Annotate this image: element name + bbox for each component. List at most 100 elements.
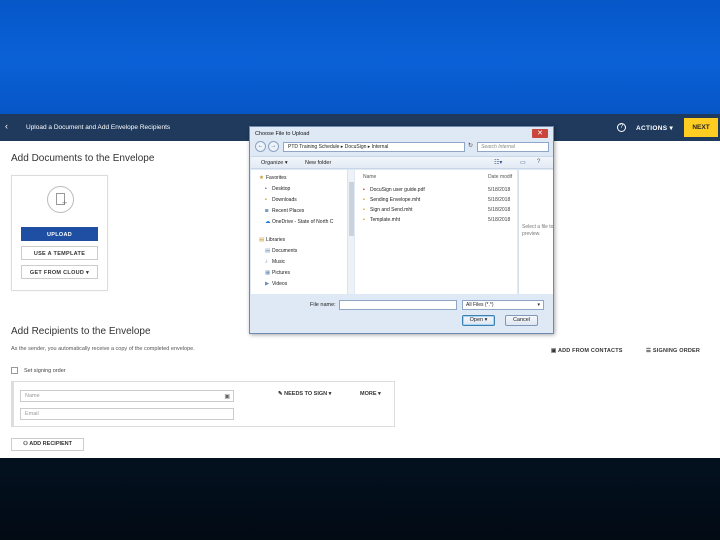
organize-menu[interactable]: Organize ▾	[261, 160, 288, 166]
set-signing-order[interactable]: Set signing order	[11, 367, 66, 374]
pdf-icon: ▪	[363, 187, 365, 193]
nav-item-label: Downloads	[272, 197, 297, 203]
nav-item-label: OneDrive - State of North C	[272, 219, 334, 225]
get-from-cloud-label: GET FROM CLOUD	[29, 270, 85, 276]
file-row[interactable]: ▪ Template.mht	[363, 217, 400, 223]
caret-down-icon: ▾	[328, 391, 332, 397]
search-input[interactable]: Search Internal	[477, 142, 549, 152]
refresh-icon[interactable]: ↻	[468, 142, 473, 149]
back-arrow-icon[interactable]: ←	[255, 141, 266, 152]
breadcrumb: Upload a Document and Add Envelope Recip…	[26, 124, 171, 131]
email-input[interactable]: Email	[20, 408, 234, 420]
file-type-value: All Files (*.*)	[466, 302, 494, 308]
pen-icon: ✎	[278, 391, 283, 397]
music-icon: ♪	[265, 259, 268, 265]
preview-text: Select a file to preview.	[522, 224, 554, 237]
library-icon: ▤	[259, 237, 265, 243]
next-button[interactable]: NEXT	[684, 118, 718, 137]
set-signing-order-label: Set signing order	[24, 367, 66, 374]
get-from-cloud-button[interactable]: GET FROM CLOUD ▾	[21, 265, 98, 279]
open-button[interactable]: Open ▾	[462, 315, 495, 326]
file-name: Sending Envelope.mht	[370, 197, 421, 203]
file-type-select[interactable]: All Files (*.*) ▾	[462, 300, 544, 310]
name-placeholder: Name	[25, 393, 40, 399]
nav-libraries[interactable]: ▤ Libraries	[259, 237, 285, 243]
signing-order-checkbox[interactable]	[11, 367, 18, 374]
add-document-icon: +	[47, 186, 74, 213]
file-date: 5/18/2018	[488, 197, 511, 203]
email-placeholder: Email	[25, 411, 39, 417]
nav-item[interactable]: ◙ Recent Places	[265, 208, 304, 214]
nav-item[interactable]: ▦ Pictures	[265, 270, 290, 276]
nav-scrollbar[interactable]	[347, 170, 354, 294]
signing-order-label: SIGNING ORDER	[652, 348, 701, 354]
organize-label: Organize	[261, 160, 284, 166]
actions-label: ACTIONS	[636, 125, 668, 132]
needs-to-sign-dropdown[interactable]: ✎ NEEDS TO SIGN ▾	[278, 391, 331, 397]
nav-item[interactable]: ▶ Videos	[265, 281, 287, 287]
contacts-icon: ▣	[551, 348, 557, 354]
file-row[interactable]: ▪ Sign and Send.mht	[363, 207, 413, 213]
upload-button[interactable]: UPLOAD	[21, 227, 98, 241]
nav-favorites[interactable]: ★ Favorites	[259, 175, 287, 181]
nav-item[interactable]: ♪ Music	[265, 259, 285, 265]
name-column-header[interactable]: Name	[363, 174, 376, 180]
pictures-icon: ▦	[265, 270, 271, 276]
nav-item[interactable]: ☁ OneDrive - State of North C	[265, 219, 333, 225]
file-name-input[interactable]	[339, 300, 457, 310]
desktop-icon: ▪	[265, 186, 267, 192]
signing-order-icon: ☰	[646, 348, 652, 354]
new-folder-button[interactable]: New folder	[305, 160, 331, 166]
caret-down-icon: ▾	[86, 270, 90, 276]
slide-bottom-band	[0, 458, 720, 540]
recent-places-icon: ◙	[265, 208, 269, 214]
nav-item-label: Music	[272, 259, 286, 265]
file-row[interactable]: ▪ DocuSign user guide.pdf	[363, 187, 425, 193]
preview-pane-icon[interactable]: ▭	[520, 159, 526, 166]
file-date: 5/18/2018	[488, 187, 511, 193]
file-name: Template.mht	[370, 217, 401, 223]
more-dropdown[interactable]: MORE ▾	[360, 391, 381, 397]
documents-icon: ▤	[265, 248, 271, 254]
caret-down-icon: ▾	[378, 391, 381, 397]
libraries-label: Libraries	[266, 237, 286, 243]
chevron-left-icon[interactable]: ‹	[5, 122, 8, 131]
nav-item[interactable]: ▪ Downloads	[265, 197, 297, 203]
view-options-icon[interactable]: ☷▾	[494, 159, 502, 166]
contact-card-icon[interactable]: ▣	[224, 392, 230, 402]
mht-icon: ▪	[363, 207, 365, 213]
chevron-down-icon: ▾	[669, 125, 674, 132]
nav-item-label: Videos	[272, 281, 288, 287]
add-recipient-button[interactable]: ⚇ ADD RECIPIENT	[11, 438, 84, 451]
file-name: Sign and Send.mht	[370, 207, 413, 213]
more-label: MORE	[360, 391, 377, 397]
actions-menu[interactable]: ACTIONS ▾	[636, 124, 673, 132]
nav-item[interactable]: ▤ Documents	[265, 248, 297, 254]
file-row[interactable]: ▪ Sending Envelope.mht	[363, 197, 420, 203]
nav-item[interactable]: ▪ Desktop	[265, 186, 290, 192]
use-template-button[interactable]: USE A TEMPLATE	[21, 246, 98, 260]
navigation-pane: ★ Favorites ▪ Desktop ▪ Downloads ◙ Recent P…	[251, 170, 354, 294]
address-bar[interactable]: PTD Training Schedule ▸ DocuSign ▸ Inter…	[283, 142, 465, 152]
date-column-header[interactable]: Date modif	[488, 174, 512, 180]
close-icon[interactable]: ✕	[532, 129, 548, 138]
add-from-contacts-label: ADD FROM CONTACTS	[557, 348, 623, 354]
needs-to-sign-label: NEEDS TO SIGN	[284, 391, 328, 397]
file-list: Name Date modif ▪ DocuSign user guide.pdf…	[355, 170, 517, 294]
cancel-button[interactable]: Cancel	[505, 315, 538, 326]
open-label: Open	[469, 317, 484, 323]
add-from-contacts-button[interactable]: ▣ ADD FROM CONTACTS	[551, 348, 623, 354]
favorites-label: Favorites	[266, 175, 287, 181]
nav-item-label: Desktop	[272, 186, 291, 192]
dialog-title: Choose File to Upload	[255, 131, 310, 137]
file-name-label: File name:	[310, 302, 336, 308]
forward-arrow-icon[interactable]: →	[268, 141, 279, 152]
nav-item-label: Documents	[272, 248, 298, 254]
folder-icon: ▪	[265, 197, 267, 203]
help-icon[interactable]: ?	[537, 159, 540, 165]
signing-order-button[interactable]: ☰ SIGNING ORDER	[646, 348, 700, 354]
name-input[interactable]: Name ▣	[20, 390, 234, 402]
help-icon[interactable]: ?	[617, 123, 626, 132]
recipients-subtitle: As the sender, you automatically receive…	[11, 346, 195, 352]
star-icon: ★	[259, 175, 264, 181]
